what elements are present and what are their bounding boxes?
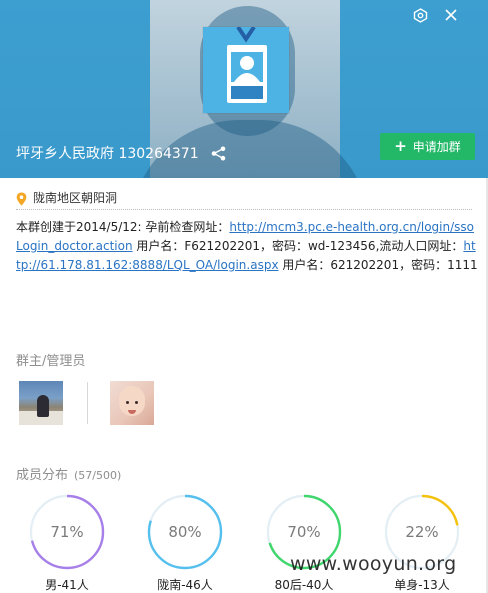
avatar-eye-right [135, 401, 138, 404]
member-stat-region[interactable]: 80% 陇南-46人 [147, 494, 227, 592]
lanyard-icon [236, 27, 256, 43]
stat-label: 男-41人 [45, 578, 89, 592]
description-text-2: 用户名：F621202201，密码：wd-123456,流动人口网址： [132, 239, 464, 253]
admin-divider [87, 382, 88, 424]
group-title: 坪牙乡人民政府 130264371 [16, 144, 199, 164]
badge-photo [231, 52, 263, 82]
badge-bar [231, 86, 263, 99]
join-group-button[interactable]: + 申请加群 [380, 133, 475, 160]
members-section-title: 成员分布 (57/500) [16, 464, 121, 483]
members-title-text: 成员分布 [16, 468, 69, 483]
location-pin-icon [16, 192, 27, 206]
stat-label: 80后-40人 [274, 578, 334, 592]
group-header: 坪牙乡人民政府 130264371 + 申请加群 [0, 0, 488, 178]
stat-percent: 70% [287, 523, 321, 541]
stat-percent: 80% [168, 523, 202, 541]
member-stat-gender[interactable]: 71% 男-41人 [29, 494, 109, 592]
watermark: www.wooyun.org [290, 553, 457, 575]
stat-percent: 71% [50, 523, 84, 541]
member-stat-age[interactable]: 70% 80后-40人 [266, 494, 346, 592]
id-badge-icon [227, 45, 267, 103]
avatar-eye-left [126, 401, 129, 404]
share-icon[interactable] [211, 146, 226, 165]
avatar-baby-face [119, 386, 145, 416]
admin-avatar-manager[interactable] [110, 381, 154, 425]
admin-avatar-owner[interactable] [19, 381, 63, 425]
group-avatar [203, 27, 289, 113]
join-button-label: 申请加群 [412, 140, 461, 154]
members-count: (57/500) [74, 469, 122, 482]
location-row: 陇南地区朝阳洞 [16, 189, 472, 210]
avatar-photo-figure [37, 395, 49, 417]
member-stat-single[interactable]: 22% 单身-13人 [384, 494, 464, 592]
avatar-mouth [128, 410, 136, 414]
stat-percent: 22% [405, 523, 439, 541]
group-description: 本群创建于2014/5/12: 孕前检查网址：http://mcm3.pc.e-… [16, 218, 478, 275]
stat-label: 陇南-46人 [157, 578, 213, 592]
location-text: 陇南地区朝阳洞 [33, 191, 118, 205]
stat-label: 单身-13人 [394, 578, 450, 592]
admins-section-title: 群主/管理员 [16, 354, 86, 369]
group-id: 130264371 [118, 146, 199, 162]
plus-icon: + [394, 137, 407, 155]
description-text-1: 本群创建于2014/5/12: 孕前检查网址： [16, 220, 230, 234]
group-name: 坪牙乡人民政府 [16, 146, 114, 162]
description-text-3: 用户名：621202201，密码：1111 [278, 258, 478, 272]
close-icon[interactable] [443, 8, 459, 24]
settings-icon[interactable] [412, 8, 428, 24]
